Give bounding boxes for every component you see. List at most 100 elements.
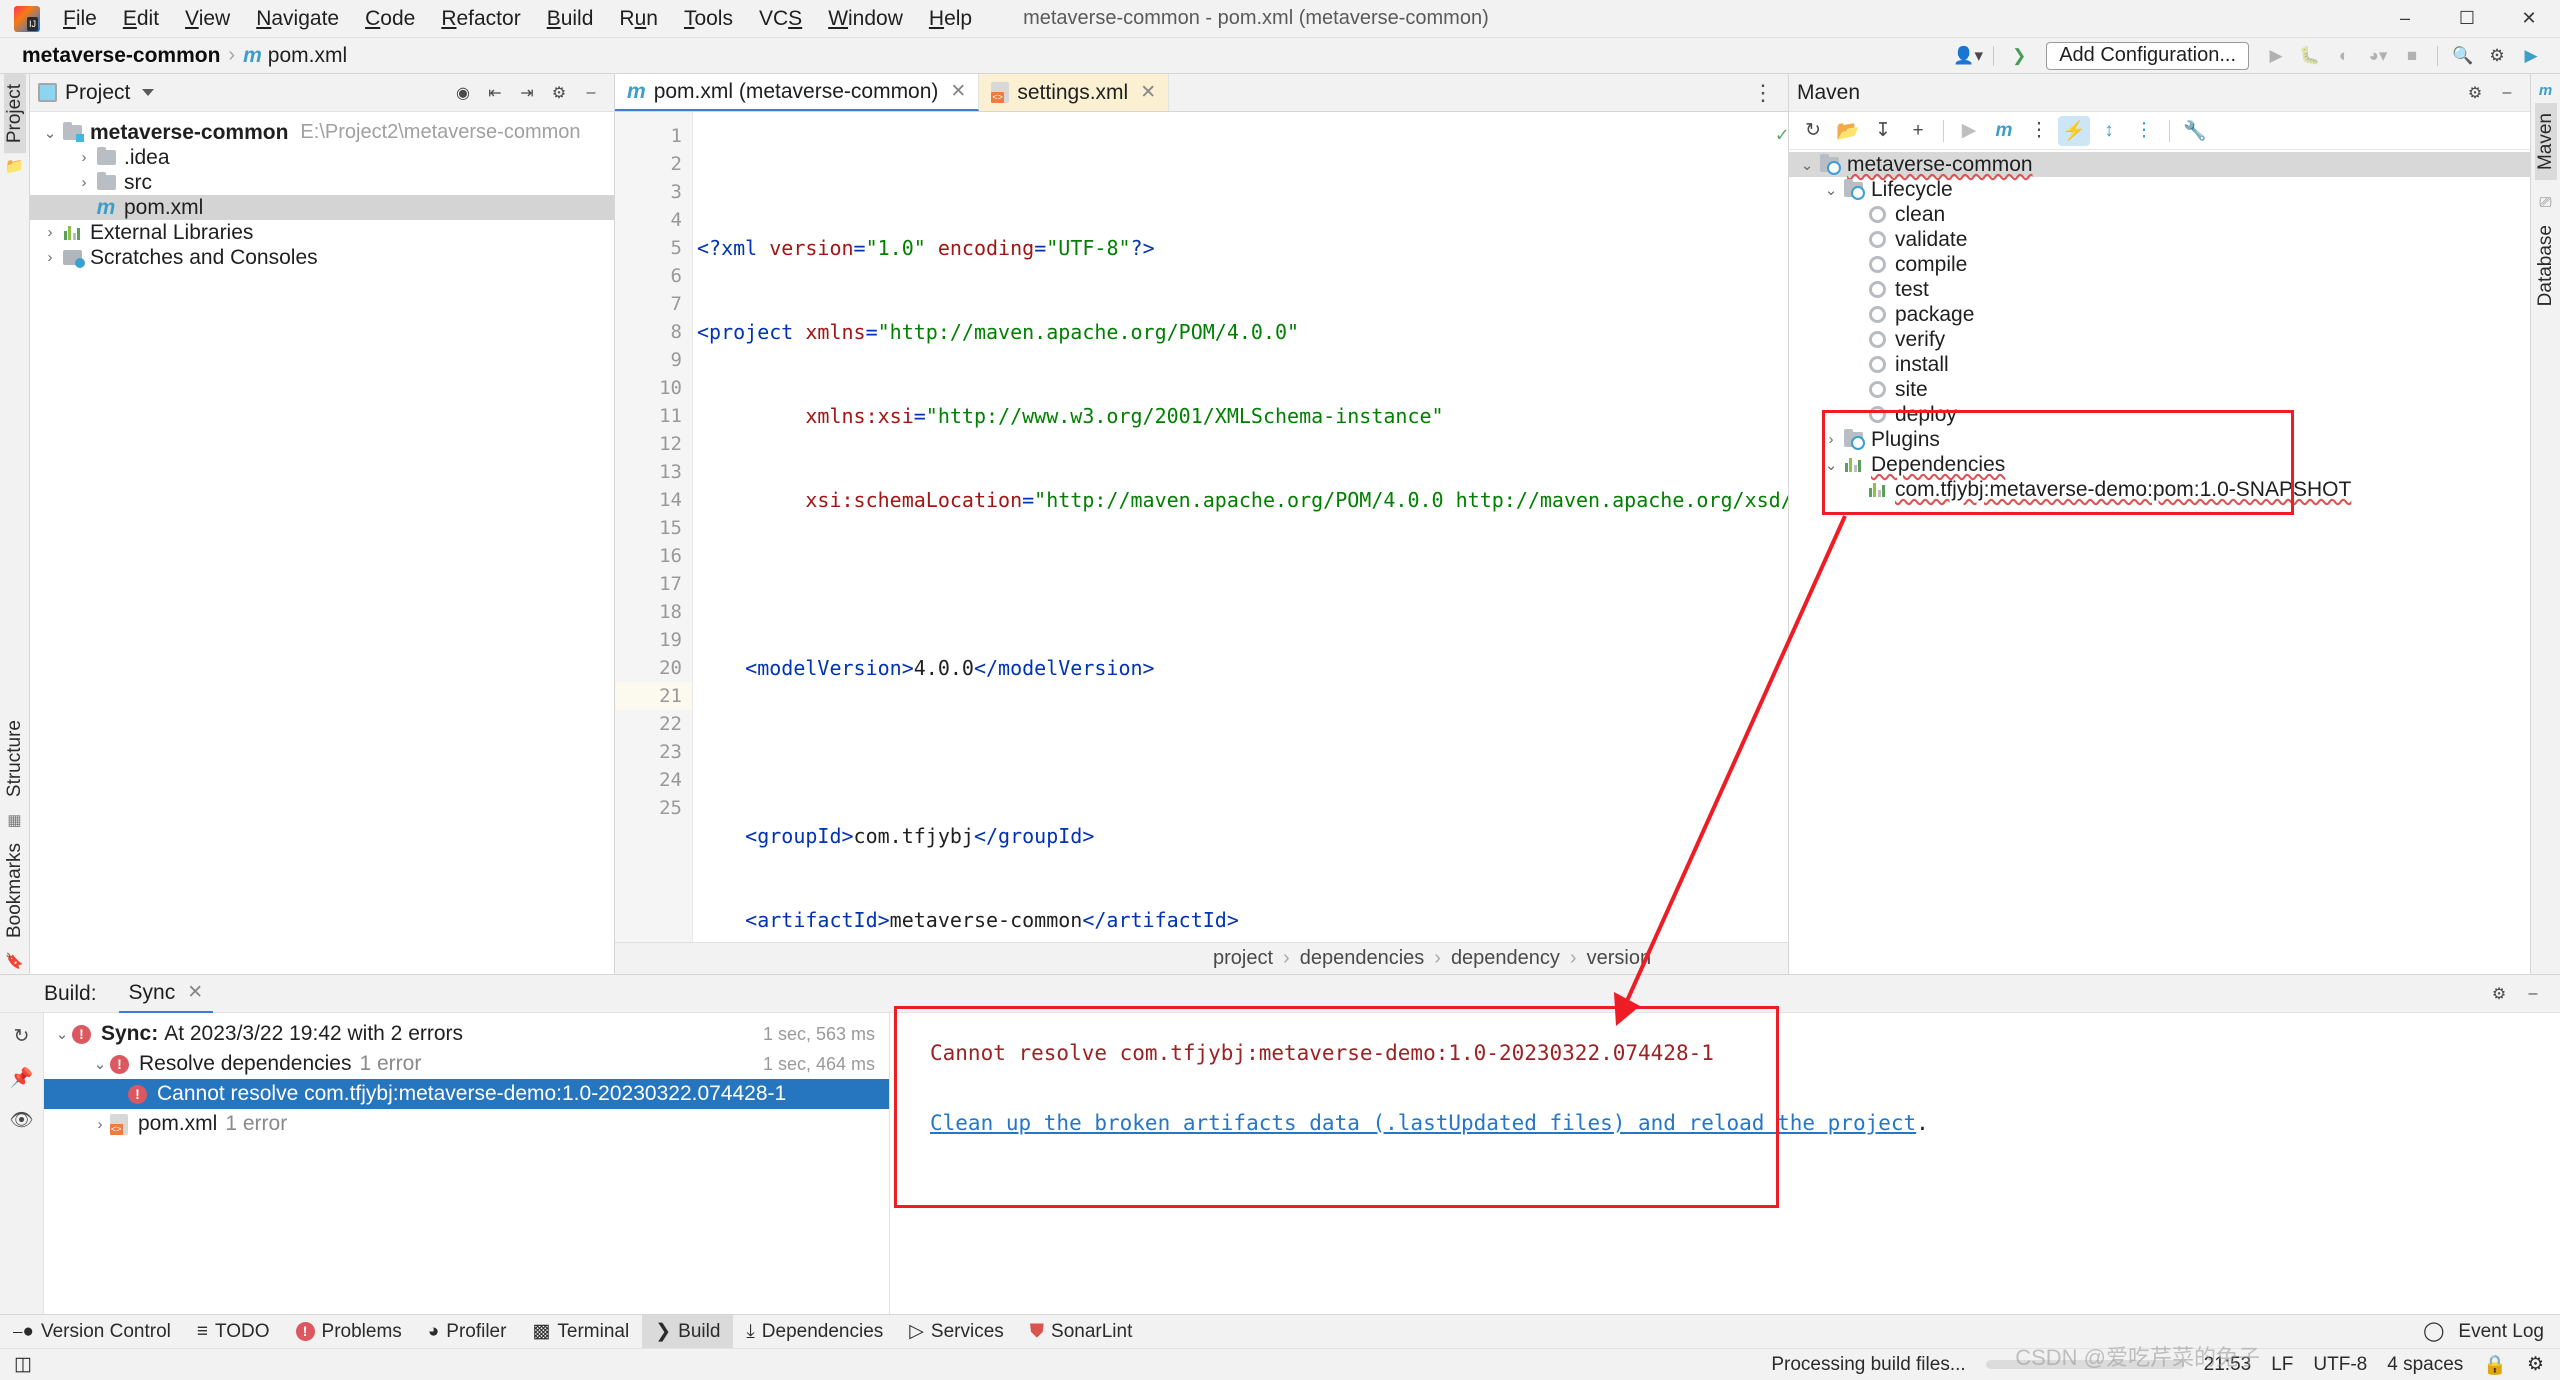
close-icon[interactable]: ✕ xyxy=(187,981,203,1004)
breadcrumb-project-element[interactable]: project xyxy=(1213,947,1273,970)
status-item-problems[interactable]: ! Problems xyxy=(283,1315,415,1349)
menu-file[interactable]: File xyxy=(50,3,110,35)
tree-item-scratches-and-consoles[interactable]: › Scratches and Consoles xyxy=(30,245,614,270)
tree-item-idea[interactable]: › .idea xyxy=(30,145,614,170)
status-item-terminal[interactable]: ▩ Terminal xyxy=(519,1315,642,1349)
menu-tools[interactable]: Tools xyxy=(671,3,746,35)
maven-goal-verify[interactable]: verify xyxy=(1789,327,2530,352)
tab-settings-xml[interactable]: settings.xml ✕ xyxy=(979,74,1170,111)
inspection-ok-icon[interactable]: ✓ xyxy=(1776,120,1788,148)
debug-icon[interactable]: 🐛 xyxy=(2295,42,2325,70)
build-row-resolve-dependencies[interactable]: ⌄ ! Resolve dependencies 1 error 1 sec, … xyxy=(44,1049,889,1079)
chevron-down-icon[interactable] xyxy=(142,89,155,96)
event-log-button[interactable]: Event Log xyxy=(2458,1321,2544,1343)
menu-vcs[interactable]: VCS xyxy=(746,3,815,35)
status-item-todo[interactable]: ≡ TODO xyxy=(184,1315,283,1349)
close-icon[interactable]: ✕ xyxy=(950,80,966,103)
run-icon[interactable]: ▶ xyxy=(2261,42,2291,70)
close-button[interactable]: ✕ xyxy=(2498,0,2560,38)
chevron-right-icon[interactable]: › xyxy=(90,1116,110,1133)
chevron-right-icon[interactable]: › xyxy=(40,249,60,266)
execute-maven-goal-icon[interactable]: m xyxy=(1988,116,2020,146)
sidebar-item-database[interactable]: Database xyxy=(2535,215,2557,316)
maven-goal-compile[interactable]: compile xyxy=(1789,252,2530,277)
expand-all-icon[interactable]: ⇤ xyxy=(480,79,510,107)
chevron-down-icon[interactable]: ⌄ xyxy=(40,124,60,142)
settings-wrench-icon[interactable]: 🔧 xyxy=(2179,116,2211,146)
maven-goal-test[interactable]: test xyxy=(1789,277,2530,302)
chevron-down-icon[interactable]: ⌄ xyxy=(90,1055,110,1073)
chevron-right-icon[interactable]: › xyxy=(74,149,94,166)
hide-icon[interactable]: – xyxy=(576,79,606,107)
locate-icon[interactable]: ◉ xyxy=(448,79,478,107)
indent-indicator[interactable]: 4 spaces xyxy=(2387,1354,2463,1376)
add-maven-project-icon[interactable]: 📂 xyxy=(1832,116,1864,146)
more-options-icon[interactable]: ⋮ xyxy=(1752,80,1776,106)
collapse-all-icon[interactable]: ⋮ xyxy=(2128,116,2160,146)
maximize-button[interactable]: ☐ xyxy=(2436,0,2498,38)
sidebar-item-bookmarks[interactable]: Bookmarks xyxy=(4,833,26,948)
chevron-down-icon[interactable]: ⌄ xyxy=(1821,181,1841,199)
chevron-down-icon[interactable]: ⌄ xyxy=(1797,156,1817,174)
breadcrumb-project[interactable]: metaverse-common xyxy=(22,44,220,68)
collapse-all-icon[interactable]: ⇥ xyxy=(512,79,542,107)
chevron-down-icon[interactable]: ⌄ xyxy=(1821,456,1841,474)
chevron-right-icon[interactable]: › xyxy=(1821,431,1841,448)
breadcrumb-dependency-element[interactable]: dependency xyxy=(1451,947,1560,970)
download-sources-icon[interactable]: ↧ xyxy=(1867,116,1899,146)
chevron-right-icon[interactable]: › xyxy=(74,174,94,191)
settings-gear-icon[interactable]: ⚙ xyxy=(2482,42,2512,70)
sidebar-item-maven[interactable]: Maven xyxy=(2534,103,2557,181)
toggle-skip-tests-icon[interactable]: ⋮ xyxy=(2023,116,2055,146)
reload-all-maven-projects-icon[interactable]: ↻ xyxy=(1797,116,1829,146)
memory-indicator-icon[interactable]: ◫ xyxy=(14,1353,32,1376)
menu-refactor[interactable]: Refactor xyxy=(428,3,533,35)
run-icon[interactable]: ▶ xyxy=(1953,116,1985,146)
search-everywhere-icon[interactable]: 🔍 xyxy=(2448,42,2478,70)
maven-item-metaverse-common[interactable]: ⌄ metaverse-common xyxy=(1789,152,2530,177)
menu-code[interactable]: Code xyxy=(352,3,428,35)
menu-build[interactable]: Build xyxy=(534,3,607,35)
status-item-dependencies[interactable]: ⤓ Dependencies xyxy=(733,1315,896,1349)
maven-item-dependencies[interactable]: ⌄ Dependencies xyxy=(1789,452,2530,477)
menu-window[interactable]: Window xyxy=(815,3,916,35)
sidebar-item-structure[interactable]: Structure xyxy=(4,710,26,807)
status-item-sonarlint[interactable]: ⛊ SonarLint xyxy=(1017,1315,1146,1349)
settings-gear-icon[interactable]: ⚙ xyxy=(2484,980,2514,1008)
maven-item-plugins[interactable]: › Plugins xyxy=(1789,427,2530,452)
chevron-down-icon[interactable]: ⌄ xyxy=(52,1025,72,1043)
build-row-cannot-resolve[interactable]: ! Cannot resolve com.tfjybj:metaverse-de… xyxy=(44,1079,889,1109)
tree-item-src[interactable]: › src xyxy=(30,170,614,195)
maven-goal-install[interactable]: install xyxy=(1789,352,2530,377)
status-item-build[interactable]: ❯ Build xyxy=(642,1314,734,1349)
inspections-gear-icon[interactable]: ⚙ xyxy=(2527,1353,2544,1376)
maven-goal-validate[interactable]: validate xyxy=(1789,227,2530,252)
code-content[interactable]: ✓ <?xml version="1.0" encoding="UTF-8"?>… xyxy=(693,112,1788,942)
minimize-button[interactable]: – xyxy=(2374,0,2436,38)
code-editor[interactable]: 1 2 3 4 5 6 7 8 9 10 11 12 13 14 15 16 1 xyxy=(615,112,1788,942)
cleanup-artifacts-link[interactable]: Clean up the broken artifacts data (.las… xyxy=(930,1111,1916,1135)
menu-help[interactable]: Help xyxy=(916,3,985,35)
settings-gear-icon[interactable]: ⚙ xyxy=(544,79,574,107)
menu-view[interactable]: View xyxy=(172,3,243,35)
menu-run[interactable]: Run xyxy=(606,3,671,35)
maven-goal-clean[interactable]: clean xyxy=(1789,202,2530,227)
chevron-right-icon[interactable]: › xyxy=(40,224,60,241)
status-item-version-control[interactable]: ⎯● Version Control xyxy=(0,1315,184,1349)
tree-item-external-libraries[interactable]: › External Libraries xyxy=(30,220,614,245)
build-row-pom-xml[interactable]: › pom.xml 1 error xyxy=(44,1109,889,1139)
hammer-build-icon[interactable]: ❯ xyxy=(2004,42,2034,70)
encoding-indicator[interactable]: UTF-8 xyxy=(2313,1354,2367,1376)
tree-item-pom-xml[interactable]: m pom.xml xyxy=(30,195,614,220)
stop-icon[interactable]: ■ xyxy=(2397,42,2427,70)
rerun-icon[interactable]: ↻ xyxy=(14,1025,30,1048)
line-separator-indicator[interactable]: LF xyxy=(2271,1354,2293,1376)
breadcrumb-file[interactable]: pom.xml xyxy=(268,44,347,68)
profile-icon[interactable]: ◕▾ xyxy=(2363,42,2393,70)
lock-icon[interactable]: 🔒 xyxy=(2483,1353,2507,1377)
updates-icon[interactable]: ▶ xyxy=(2516,42,2546,70)
user-avatar-icon[interactable]: 👤▾ xyxy=(1953,42,1983,70)
tab-pom-xml[interactable]: m pom.xml (metaverse-common) ✕ xyxy=(615,74,980,111)
tree-item-metaverse-common[interactable]: ⌄ metaverse-common E:\Project2\metaverse… xyxy=(30,120,614,145)
add-icon[interactable]: + xyxy=(1902,116,1934,146)
